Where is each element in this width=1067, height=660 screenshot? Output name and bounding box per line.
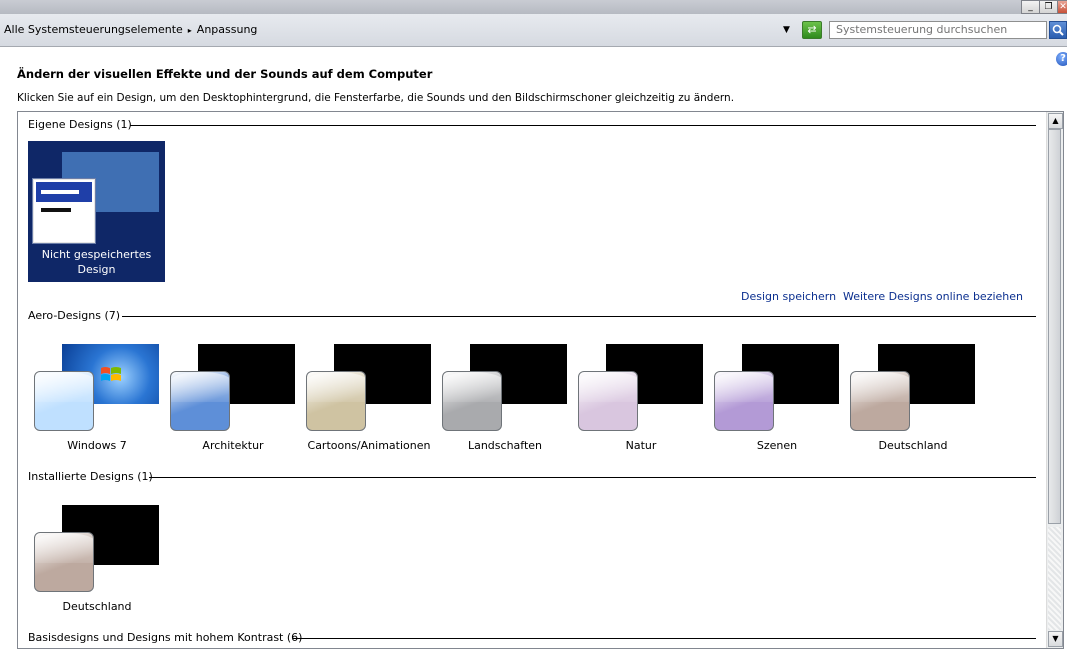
divider (130, 125, 1036, 126)
divider (149, 477, 1036, 478)
theme-label: Nicht gespeichertes Design (41, 248, 152, 276)
search-icon[interactable] (1049, 21, 1067, 39)
glass-color-swatch (442, 371, 502, 431)
breadcrumb-arrow-icon[interactable]: ▸ (188, 26, 192, 35)
glass-color-swatch (714, 371, 774, 431)
scroll-up-icon[interactable]: ▲ (1048, 113, 1063, 129)
scroll-down-icon[interactable]: ▼ (1048, 631, 1063, 647)
section-installed-designs: Installierte Designs (1) (28, 470, 153, 483)
theme-label: Cartoons/Animationen (307, 439, 431, 452)
theme-label: Natur (625, 439, 657, 452)
glass-color-swatch (34, 532, 94, 592)
theme-windows-7[interactable]: Windows 7 (34, 344, 164, 464)
glass-color-swatch (850, 371, 910, 431)
theme-label: Szenen (756, 439, 798, 452)
theme-label: Deutschland (62, 600, 132, 613)
scrollbar-thumb[interactable] (1048, 129, 1061, 524)
maximize-icon[interactable]: ❐ (1039, 0, 1058, 14)
section-own-designs: Eigene Designs (1) (28, 118, 132, 131)
minimize-icon[interactable]: _ (1021, 0, 1040, 14)
breadcrumb: Alle Systemsteuerungselemente ▸ Anpassung (4, 23, 257, 36)
divider (122, 316, 1036, 317)
theme-list-panel: Eigene Designs (1) Nicht gespeichertes D… (17, 111, 1064, 649)
theme-szenen[interactable]: Szenen (714, 344, 844, 464)
theme-cartoons-animationen[interactable]: Cartoons/Animationen (306, 344, 436, 464)
more-designs-online-link[interactable]: Weitere Designs online beziehen (843, 290, 1023, 303)
glass-color-swatch (578, 371, 638, 431)
breadcrumb-all-items[interactable]: Alle Systemsteuerungselemente (4, 23, 183, 36)
theme-label: Architektur (202, 439, 264, 452)
theme-unsaved-design[interactable]: Nicht gespeichertes Design (28, 141, 165, 282)
theme-architektur[interactable]: Architektur (170, 344, 300, 464)
search-input[interactable] (829, 21, 1047, 39)
title-bar: _ ❐ ✕ (0, 0, 1067, 14)
dropdown-icon[interactable]: ▼ (783, 25, 790, 35)
section-aero-designs: Aero-Designs (7) (28, 309, 121, 322)
theme-deutschland-aero[interactable]: Deutschland (850, 344, 980, 464)
theme-deutschland-installed[interactable]: Deutschland (34, 505, 164, 625)
glass-color-swatch (170, 371, 230, 431)
close-icon[interactable]: ✕ (1057, 0, 1067, 14)
theme-landschaften[interactable]: Landschaften (442, 344, 572, 464)
theme-natur[interactable]: Natur (578, 344, 708, 464)
windows-logo-icon (101, 367, 121, 381)
window-preview (33, 179, 95, 243)
theme-label: Windows 7 (67, 439, 127, 452)
page-title: Ändern der visuellen Effekte und der Sou… (17, 67, 433, 81)
theme-label: Deutschland (878, 439, 948, 452)
section-basic-designs: Basisdesigns und Designs mit hohem Kontr… (28, 631, 303, 644)
theme-label: Landschaften (467, 439, 543, 452)
breadcrumb-personalization[interactable]: Anpassung (197, 23, 258, 36)
glass-color-swatch (306, 371, 366, 431)
vertical-scrollbar[interactable]: ▲ ▼ (1046, 112, 1063, 648)
address-bar: Alle Systemsteuerungselemente ▸ Anpassung … (0, 14, 1067, 47)
glass-color-swatch (34, 371, 94, 431)
help-icon[interactable]: ? (1056, 52, 1067, 66)
scrollbar-track[interactable] (1048, 527, 1061, 630)
refresh-icon[interactable]: ⇄ (802, 21, 822, 39)
save-design-link[interactable]: Design speichern (741, 290, 836, 303)
divider (293, 638, 1036, 639)
page-description: Klicken Sie auf ein Design, um den Deskt… (17, 92, 735, 104)
